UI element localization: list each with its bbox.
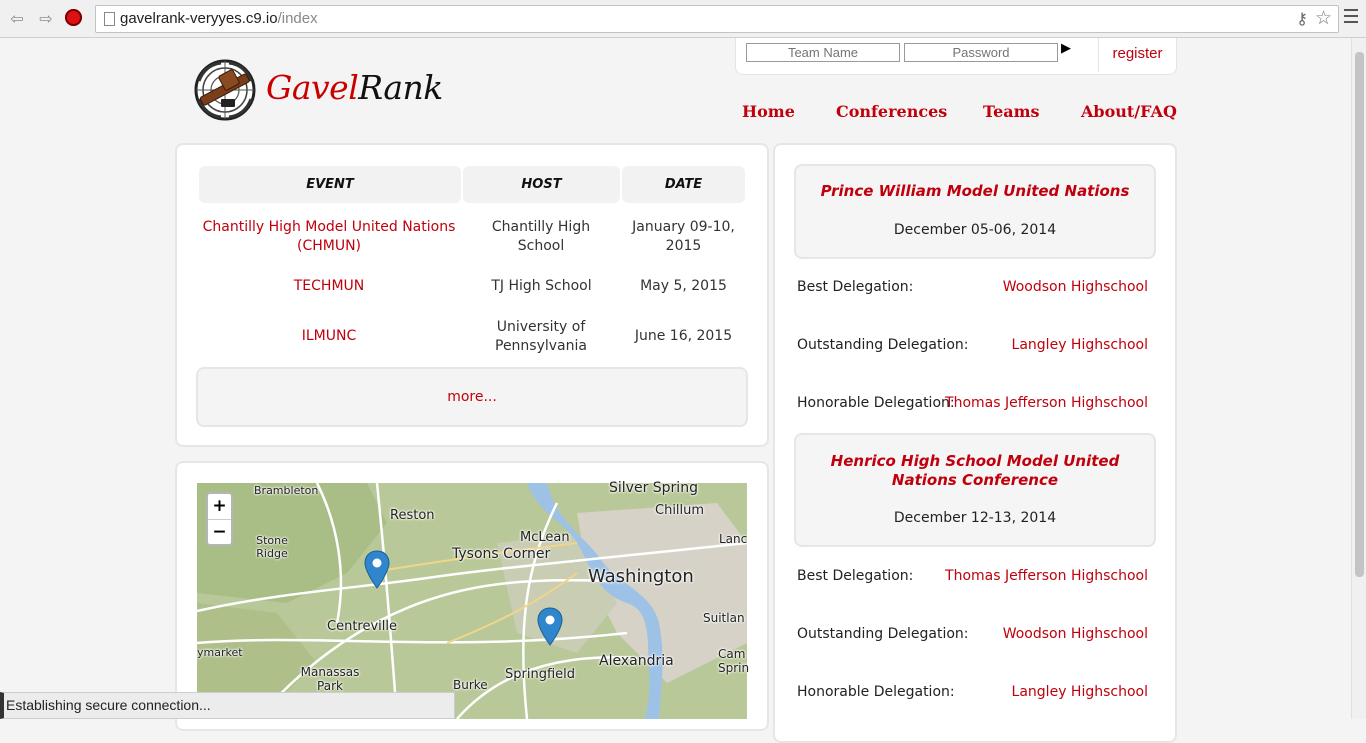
award-winner-link[interactable]: Thomas Jefferson Highschool	[945, 395, 1148, 411]
map-label: Tysons Corner	[452, 546, 551, 562]
browser-status-bar: Establishing secure connection...	[0, 692, 455, 719]
column-header-host: HOST	[463, 166, 620, 203]
column-header-event: EVENT	[199, 166, 461, 203]
stop-loading-icon[interactable]	[65, 9, 82, 26]
nav-home[interactable]: Home	[742, 102, 795, 121]
award-label: Honorable Delegation:	[797, 395, 955, 411]
award-label: Outstanding Delegation:	[797, 337, 969, 353]
conference-title-link[interactable]: Henrico High School Model United Nations…	[796, 452, 1154, 490]
award-label: Best Delegation:	[797, 279, 914, 295]
column-header-date: DATE	[622, 166, 745, 203]
browser-menu-icon[interactable]	[1344, 9, 1358, 27]
map-label: Washington	[588, 566, 694, 587]
site-logo-text[interactable]: GavelRank	[266, 66, 443, 110]
map-label: Burke	[453, 678, 488, 692]
scrollbar-thumb[interactable]	[1355, 52, 1364, 577]
map-zoom-control: + −	[206, 492, 233, 546]
event-date: May 5, 2015	[640, 278, 727, 294]
more-events-button[interactable]: more...	[196, 367, 748, 427]
map-label: Centreville	[327, 619, 397, 634]
award-label: Outstanding Delegation:	[797, 626, 969, 642]
award-label: Honorable Delegation:	[797, 684, 955, 700]
award-winner-link[interactable]: Thomas Jefferson Highschool	[945, 568, 1148, 584]
map-label: Silver Spring	[609, 480, 698, 496]
page-scrollbar[interactable]	[1351, 38, 1366, 719]
map-label: Springfield	[505, 667, 576, 682]
zoom-out-button[interactable]: −	[208, 520, 231, 545]
map-label: Alexandria	[599, 653, 674, 669]
conference-date: December 12-13, 2014	[893, 510, 1057, 526]
event-date: January 09-10, 2015	[632, 219, 735, 254]
url-text[interactable]: gavelrank-veryyes.c9.io/index	[120, 10, 318, 27]
map-label: Chillum	[655, 503, 705, 518]
award-winner-link[interactable]: Langley Highschool	[1012, 684, 1148, 700]
map-label: Lanc	[719, 532, 748, 546]
play-arrow-icon[interactable]: ▶	[1061, 41, 1071, 56]
event-host: TJ High School	[491, 278, 592, 294]
map-label: Manassas Park	[300, 665, 360, 693]
forward-arrow-icon[interactable]: ⇨	[35, 8, 57, 30]
map-marker-icon[interactable]	[364, 550, 390, 590]
event-host: University of Pennsylvania	[495, 319, 587, 354]
bookmark-star-icon[interactable]: ☆	[1315, 7, 1332, 29]
conference-date: December 05-06, 2014	[893, 222, 1057, 238]
gavel-seal-logo-icon	[194, 59, 256, 121]
award-winner-link[interactable]: Langley Highschool	[1012, 337, 1148, 353]
award-winner-link[interactable]: Woodson Highschool	[1003, 626, 1148, 642]
password-input[interactable]	[904, 43, 1058, 62]
key-icon[interactable]: ⚷	[1296, 9, 1308, 28]
conference-title-link[interactable]: Prince William Model United Nations	[796, 182, 1154, 201]
map-marker-icon[interactable]	[537, 607, 563, 647]
nav-about-faq[interactable]: About/FAQ	[1081, 102, 1177, 121]
page-icon	[104, 12, 115, 26]
team-name-input[interactable]	[746, 43, 900, 62]
conference-card: Prince William Model United Nations Dece…	[794, 164, 1156, 259]
event-link[interactable]: Chantilly High Model United Nations (CHM…	[199, 218, 459, 256]
back-arrow-icon[interactable]: ⇦	[6, 8, 28, 30]
nav-teams[interactable]: Teams	[983, 102, 1040, 121]
event-link[interactable]: ILMUNC	[199, 327, 459, 346]
award-label: Best Delegation:	[797, 568, 914, 584]
event-host: Chantilly High School	[491, 219, 591, 254]
nav-conferences[interactable]: Conferences	[836, 102, 947, 121]
event-date: June 16, 2015	[634, 328, 733, 344]
zoom-in-button[interactable]: +	[208, 494, 231, 520]
award-winner-link[interactable]: Woodson Highschool	[1003, 279, 1148, 295]
map-label: Stone Ridge	[256, 534, 288, 560]
address-bar[interactable]: gavelrank-veryyes.c9.io/index ⚷ ☆	[95, 5, 1339, 33]
map-label: McLean	[520, 530, 570, 545]
map-label: Cam Sprin	[718, 647, 750, 675]
map-label: Reston	[390, 508, 435, 523]
event-link[interactable]: TECHMUN	[199, 277, 459, 296]
map-label: ymarket	[197, 646, 243, 659]
login-bar: ▶ register	[735, 38, 1177, 75]
map-label: Brambleton	[254, 484, 319, 497]
browser-toolbar: ⇦ ⇨ gavelrank-veryyes.c9.io/index ⚷ ☆	[0, 0, 1366, 38]
register-link[interactable]: register	[1098, 38, 1176, 72]
map-label: Suitlan	[703, 611, 745, 625]
conference-card: Henrico High School Model United Nations…	[794, 433, 1156, 547]
